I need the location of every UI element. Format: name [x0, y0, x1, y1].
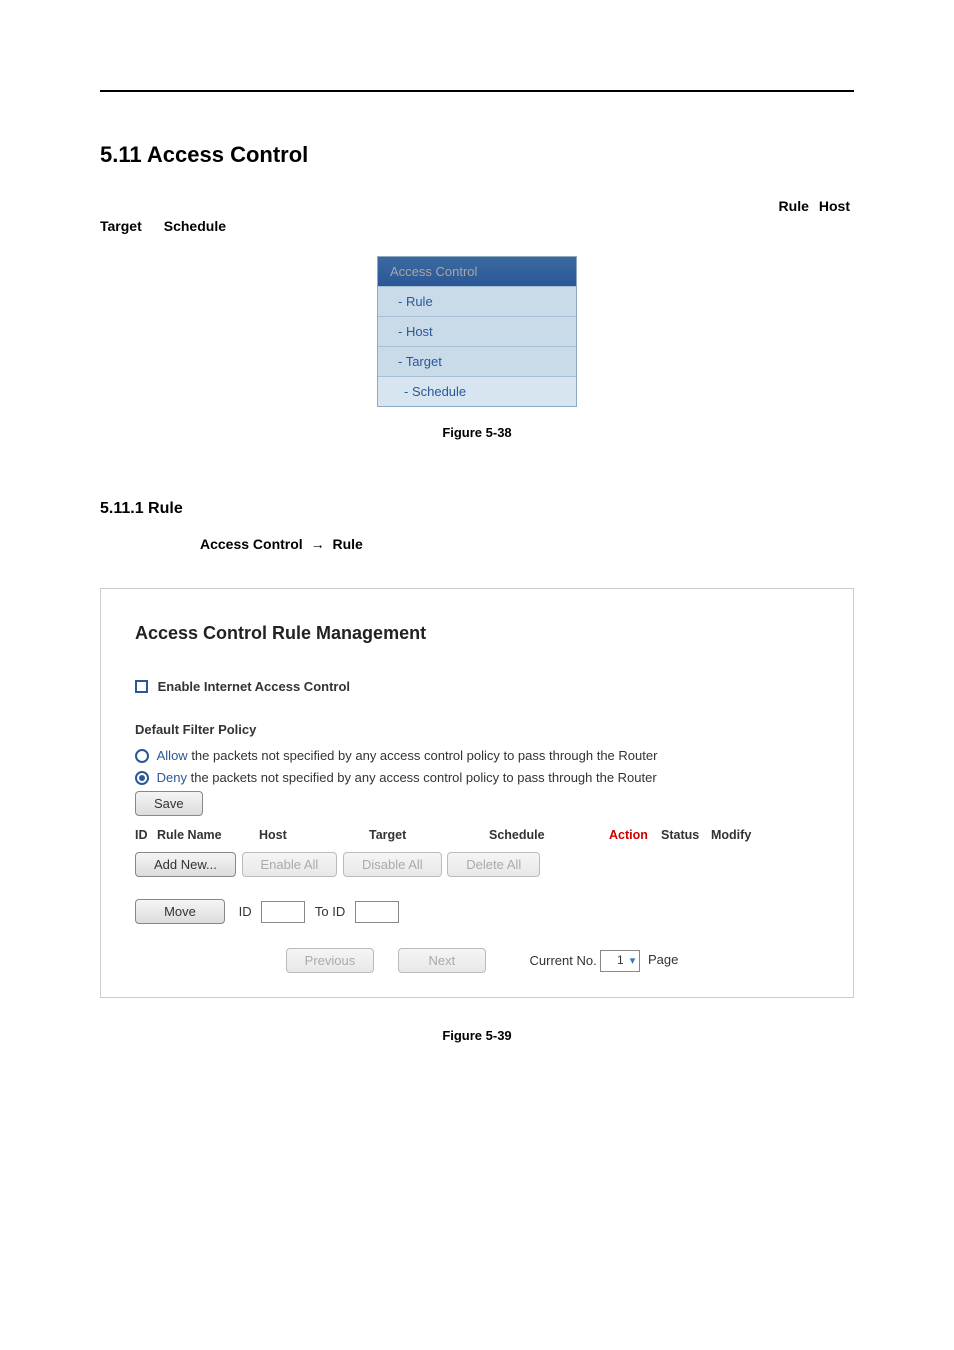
nav-item-schedule[interactable]: - Schedule — [378, 376, 576, 406]
enable-access-control-label: Enable Internet Access Control — [158, 679, 350, 694]
move-id-input[interactable] — [261, 901, 305, 923]
nav-item-target[interactable]: - Target — [378, 346, 576, 376]
figure-5-39-caption: Figure 5-39 — [100, 1028, 854, 1043]
nav-header[interactable]: Access Control — [378, 257, 576, 286]
col-status: Status — [661, 828, 711, 842]
page-select-value: 1 — [617, 953, 624, 967]
col-target: Target — [369, 828, 489, 842]
access-control-menu: Access Control - Rule - Host - Target - … — [377, 256, 577, 407]
rules-table-header: ID Rule Name Host Target Schedule Action… — [135, 828, 819, 842]
move-id-label: ID — [239, 904, 252, 919]
section-title: 5.11 Access Control — [100, 142, 854, 168]
default-filter-policy-heading: Default Filter Policy — [135, 722, 819, 737]
panel-title: Access Control Rule Management — [135, 623, 819, 644]
previous-button[interactable]: Previous — [286, 948, 375, 973]
chevron-down-icon: ▾ — [630, 954, 636, 967]
nav-item-rule[interactable]: - Rule — [378, 286, 576, 316]
move-button[interactable]: Move — [135, 899, 225, 924]
next-button[interactable]: Next — [398, 948, 486, 973]
disable-all-button[interactable]: Disable All — [343, 852, 442, 877]
col-rule-name: Rule Name — [157, 828, 259, 842]
enable-all-button[interactable]: Enable All — [242, 852, 338, 877]
subsection-title: 5.11.1 Rule — [100, 500, 854, 518]
breadcrumb: Access Control → Rule — [100, 536, 854, 552]
page-label: Page — [648, 952, 678, 967]
intro-line2: TargetSchedule — [100, 218, 854, 234]
save-button[interactable]: Save — [135, 791, 203, 816]
col-modify: Modify — [711, 828, 771, 842]
page-divider — [100, 90, 854, 92]
radio-selected-icon — [139, 775, 145, 781]
rule-management-panel: Access Control Rule Management Enable In… — [100, 588, 854, 998]
policy-deny-radio[interactable] — [135, 771, 149, 785]
col-schedule: Schedule — [489, 828, 609, 842]
figure-5-38-caption: Figure 5-38 — [100, 425, 854, 440]
col-action: Action — [609, 828, 661, 842]
col-id: ID — [135, 828, 157, 842]
page-select[interactable]: 1 ▾ — [600, 950, 640, 972]
col-host: Host — [259, 828, 369, 842]
move-toid-input[interactable] — [355, 901, 399, 923]
arrow-icon: → — [311, 536, 325, 552]
add-new-button[interactable]: Add New... — [135, 852, 236, 877]
current-no-label: Current No. — [530, 953, 597, 968]
intro-line1: RuleHost — [100, 198, 854, 214]
enable-access-control-checkbox[interactable] — [135, 680, 148, 693]
policy-allow-radio[interactable] — [135, 749, 149, 763]
delete-all-button[interactable]: Delete All — [447, 852, 540, 877]
nav-item-host[interactable]: - Host — [378, 316, 576, 346]
move-toid-label: To ID — [315, 904, 345, 919]
